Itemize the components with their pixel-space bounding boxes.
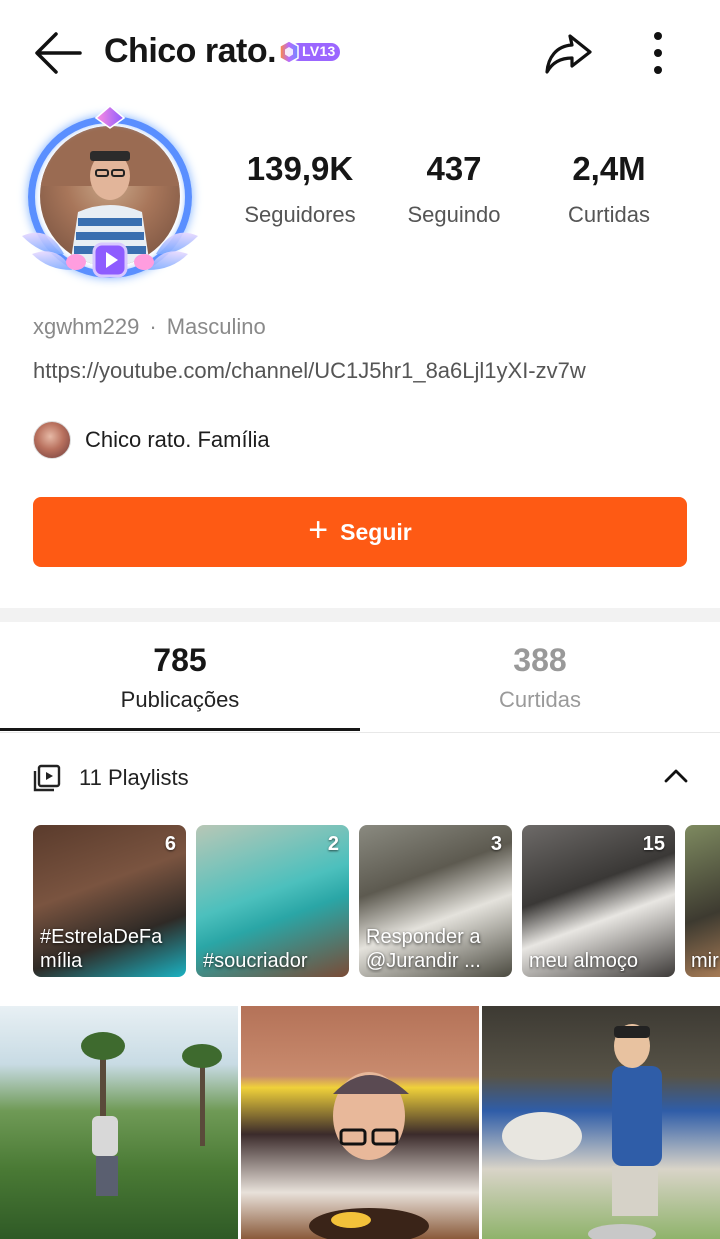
playlist-name: #EstrelaDeFa mília	[40, 926, 163, 972]
video-thumbnail[interactable]	[482, 1006, 720, 1239]
follow-button-label: Seguir	[340, 518, 412, 545]
playlist-video-count: 15	[642, 833, 665, 855]
avatar-frame-decoration	[22, 105, 198, 278]
back-arrow-icon	[35, 32, 82, 74]
followers-count: 139,9K	[246, 150, 354, 187]
username: xgwhm229	[33, 314, 140, 339]
likes-stat[interactable]: 2,4M Curtidas	[549, 150, 669, 228]
playlist-video-count: 6	[164, 833, 176, 855]
playlists-count-label: 11 Playlists	[79, 765, 189, 790]
tabs-divider	[0, 732, 720, 733]
profile-link[interactable]: https://youtube.com/channel/UC1J5hr1_8a6…	[33, 358, 586, 384]
collapse-playlists-button[interactable]	[662, 764, 690, 788]
playlist-card[interactable]: 6 #EstrelaDeFa mília	[33, 825, 186, 977]
more-vertical-icon	[654, 32, 662, 74]
thumbnail-image	[502, 1024, 662, 1239]
playlist-name: meu almoço	[529, 950, 638, 972]
profile-avatar[interactable]	[18, 104, 202, 286]
likes-label: Curtidas	[568, 202, 650, 227]
following-count: 437	[426, 150, 482, 187]
follow-button[interactable]: + Seguir	[33, 497, 687, 567]
back-button[interactable]	[30, 28, 86, 78]
following-label: Seguindo	[407, 202, 501, 227]
following-stat[interactable]: 437 Seguindo	[394, 150, 514, 228]
playlist-card[interactable]: 15 meu almoço	[522, 825, 675, 977]
share-icon	[545, 34, 592, 74]
playlist-name: Responder a @Jurandir ...	[366, 926, 481, 972]
playlist-name: #soucriador	[203, 950, 308, 972]
level-badge: LV13	[278, 40, 342, 64]
playlist-card[interactable]: 2 #soucriador	[196, 825, 349, 977]
thumbnail-image	[81, 1032, 222, 1196]
tab-count: 785	[153, 642, 207, 678]
top-bar: Chico rato. LV13	[0, 0, 720, 104]
tab-label: Curtidas	[499, 687, 581, 712]
playlist-card[interactable]: mir	[685, 825, 720, 977]
share-button[interactable]	[540, 28, 596, 78]
followers-label: Seguidores	[244, 202, 356, 227]
family-group[interactable]: Chico rato. Família	[33, 420, 270, 460]
tab-label: Publicações	[120, 687, 240, 712]
thumbnail-image	[309, 1072, 429, 1239]
followers-stat[interactable]: 139,9K Seguidores	[230, 150, 370, 228]
profile-meta: xgwhm229 · Masculino	[33, 314, 266, 340]
likes-count: 2,4M	[572, 150, 646, 187]
level-badge-text: LV13	[302, 43, 336, 59]
plus-icon: +	[308, 511, 329, 549]
family-avatar	[33, 421, 71, 459]
family-name: Chico rato. Família	[85, 427, 270, 452]
tab-count: 388	[513, 642, 567, 678]
video-thumbnail[interactable]	[241, 1006, 479, 1239]
active-tab-indicator	[0, 728, 360, 731]
chevron-up-icon	[664, 769, 688, 783]
gender: Masculino	[166, 314, 266, 339]
tab-publicacoes[interactable]: 785 Publicações	[0, 642, 360, 713]
playlist-video-count: 2	[327, 833, 339, 855]
playlists-header[interactable]: 11 Playlists	[33, 762, 189, 794]
playlist-name: mir	[691, 950, 719, 972]
playlist-video-count: 3	[490, 833, 502, 855]
section-divider	[0, 608, 720, 622]
video-thumbnail[interactable]	[0, 1006, 238, 1239]
tab-curtidas[interactable]: 388 Curtidas	[360, 642, 720, 713]
playlist-icon	[33, 764, 61, 792]
more-options-button[interactable]	[640, 30, 676, 76]
playlist-card[interactable]: 3 Responder a @Jurandir ...	[359, 825, 512, 977]
meta-separator: ·	[149, 314, 157, 339]
page-title: Chico rato.	[104, 32, 277, 70]
